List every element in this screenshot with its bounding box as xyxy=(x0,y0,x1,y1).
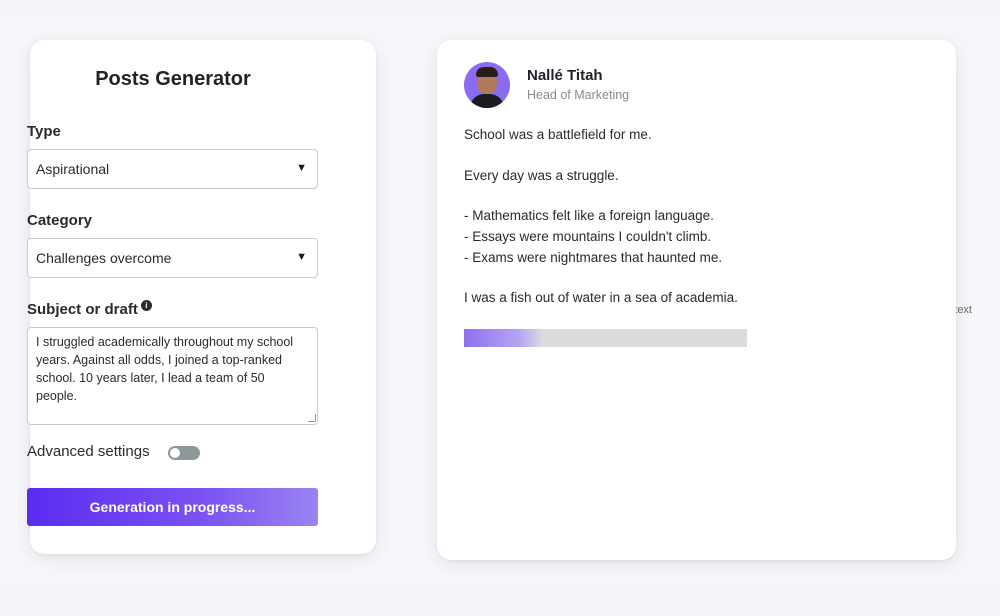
subject-label: Subject or draft i xyxy=(27,300,152,318)
category-select-value: Challenges overcome xyxy=(36,250,172,266)
posts-generator-panel xyxy=(30,40,376,554)
avatar-hair xyxy=(476,67,498,77)
post-line: - Essays were mountains I couldn't climb… xyxy=(464,229,712,244)
author-name: Nallé Titah xyxy=(527,67,603,84)
type-select-value: Aspirational xyxy=(36,161,110,177)
toggle-knob xyxy=(170,448,180,458)
generate-button[interactable]: Generation in progress... xyxy=(27,488,318,526)
author-role: Head of Marketing xyxy=(527,88,630,102)
generation-progress-bar xyxy=(464,329,747,347)
type-select[interactable]: Aspirational ▼ xyxy=(27,149,318,189)
post-line: - Mathematics felt like a foreign langua… xyxy=(464,208,714,223)
generator-title: Posts Generator xyxy=(95,68,251,90)
type-label: Type xyxy=(27,123,61,140)
post-line: School was a battlefield for me. xyxy=(464,127,652,142)
info-icon[interactable]: i xyxy=(140,300,152,311)
resize-handle-icon[interactable] xyxy=(308,414,316,422)
dropdown-caret-icon: ▼ xyxy=(296,162,307,174)
category-select[interactable]: Challenges overcome ▼ xyxy=(27,238,318,278)
subject-draft-textarea[interactable]: I struggled academically throughout my s… xyxy=(27,327,318,425)
avatar xyxy=(464,62,510,108)
category-label: Category xyxy=(27,212,93,229)
progress-fill xyxy=(464,329,544,347)
advanced-settings-toggle[interactable] xyxy=(168,446,200,460)
post-line: I was a fish out of water in a sea of ac… xyxy=(464,290,738,305)
post-line: Every day was a struggle. xyxy=(464,168,619,183)
dropdown-caret-icon: ▼ xyxy=(296,251,307,263)
post-line: - Exams were nightmares that haunted me. xyxy=(464,250,723,265)
advanced-settings-label: Advanced settings xyxy=(27,443,150,460)
avatar-body xyxy=(470,94,504,108)
subject-label-text: Subject or draft xyxy=(27,301,138,318)
